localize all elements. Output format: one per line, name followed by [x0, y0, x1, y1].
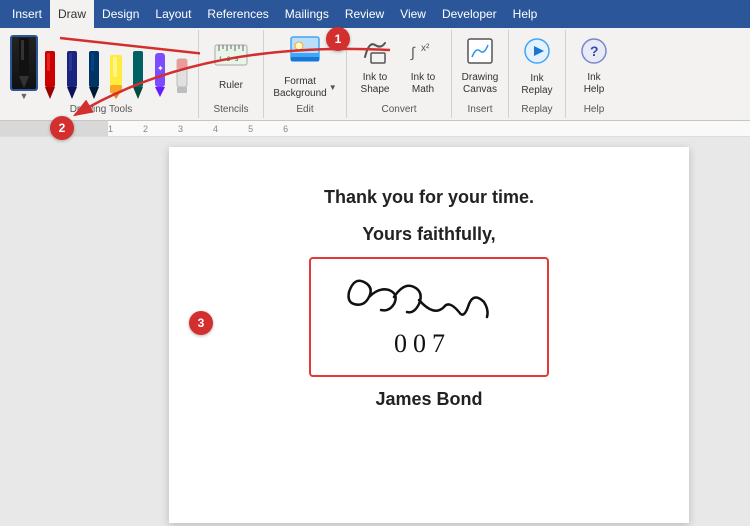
drawing-canvas-icon: [466, 37, 494, 70]
ruler-tick-6: 6: [283, 124, 288, 134]
drawing-canvas-button[interactable]: Drawing Canvas: [458, 35, 502, 99]
author-name: James Bond: [209, 389, 649, 410]
menu-insert[interactable]: Insert: [4, 0, 50, 28]
ink-help-icon: ?: [580, 37, 608, 70]
teal-pen[interactable]: [128, 49, 148, 101]
format-background-icon: [287, 33, 323, 74]
svg-text:007: 007: [394, 329, 451, 358]
stencils-label: Stencils: [205, 101, 257, 118]
yellow-highlighter[interactable]: [106, 49, 126, 101]
ink-help-label: Ink Help: [576, 72, 612, 96]
ink-replay-icon: [522, 36, 552, 71]
menu-help[interactable]: Help: [505, 0, 546, 28]
ruler-tick-1: 1: [108, 124, 113, 134]
ink-help-button[interactable]: ? Ink Help: [572, 35, 616, 99]
ink-to-math-button[interactable]: ∫ x² Ink to Math: [401, 35, 445, 99]
navy-pen[interactable]: [84, 49, 104, 101]
menu-bar: Insert Draw Design Layout References Mai…: [0, 0, 750, 28]
menu-review[interactable]: Review: [337, 0, 392, 28]
ink-to-math-label: Ink to Math: [405, 72, 441, 96]
ink-to-shape-button[interactable]: Ink to Shape: [353, 35, 397, 99]
document-page: Thank you for your time. Yours faithfull…: [169, 147, 689, 523]
format-background-button[interactable]: FormatBackground ▼ 1: [270, 35, 340, 99]
eraser-tool[interactable]: [172, 49, 192, 101]
svg-text:✦: ✦: [157, 64, 164, 73]
menu-draw[interactable]: Draw: [50, 0, 94, 28]
stencils-group: 1 2 3 Ruler Stencils: [199, 30, 264, 118]
thank-you-text: Thank you for your time.: [209, 187, 649, 208]
ruler-label: Ruler: [219, 80, 243, 92]
ruler-tick-5: 5: [248, 124, 253, 134]
dark-blue-pen[interactable]: [62, 49, 82, 101]
menu-layout[interactable]: Layout: [147, 0, 199, 28]
menu-references[interactable]: References: [199, 0, 276, 28]
replay-section-label: Replay: [515, 101, 559, 118]
drawing-tools-group: ▼: [4, 30, 199, 118]
edit-group: FormatBackground ▼ 1 Edit: [264, 30, 347, 118]
ruler-bar: 1 2 3 4 5 6: [0, 121, 750, 137]
help-group: ? Ink Help Help: [566, 30, 622, 118]
menu-mailings[interactable]: Mailings: [277, 0, 337, 28]
signature-box: 007: [309, 257, 549, 377]
annotation-2: 2: [50, 116, 74, 140]
document-area: Thank you for your time. Yours faithfull…: [0, 137, 750, 526]
convert-label: Convert: [353, 101, 445, 118]
format-background-label: FormatBackground: [273, 76, 326, 100]
selected-pen[interactable]: ▼: [10, 35, 38, 101]
drawing-canvas-label: Drawing Canvas: [462, 72, 499, 96]
ribbon: ▼: [0, 28, 750, 121]
menu-view[interactable]: View: [392, 0, 434, 28]
ruler-tick-4: 4: [213, 124, 218, 134]
insert-label: Insert: [458, 101, 502, 118]
ink-to-shape-icon: [361, 37, 389, 70]
drawing-tools-label: Drawing Tools: [10, 101, 192, 118]
ruler-button[interactable]: 1 2 3 Ruler: [205, 32, 257, 96]
ink-to-shape-label: Ink to Shape: [357, 72, 393, 96]
ink-to-math-icon: ∫ x²: [409, 37, 437, 70]
replay-group: Ink Replay Replay: [509, 30, 566, 118]
ink-replay-button[interactable]: Ink Replay: [515, 35, 559, 99]
ruler-tick-2: 2: [143, 124, 148, 134]
ruler-tick-3: 3: [178, 124, 183, 134]
signature-svg: 007: [319, 262, 539, 372]
glitter-pen[interactable]: ✦: [150, 49, 170, 101]
svg-text:∫: ∫: [410, 44, 416, 61]
format-background-dropdown: ▼: [329, 83, 337, 92]
svg-text:x²: x²: [421, 43, 430, 54]
edit-label: Edit: [270, 101, 340, 118]
menu-design[interactable]: Design: [94, 0, 147, 28]
insert-group: Drawing Canvas Insert: [452, 30, 509, 118]
menu-developer[interactable]: Developer: [434, 0, 505, 28]
closing-text: Yours faithfully,: [209, 224, 649, 245]
ink-replay-label: Ink Replay: [519, 73, 555, 97]
svg-text:?: ?: [590, 43, 599, 59]
convert-group: Ink to Shape ∫ x² Ink to Math Convert: [347, 30, 452, 118]
red-pen[interactable]: [40, 49, 60, 101]
annotation-1: 1: [326, 27, 350, 51]
ruler-icon: 1 2 3: [213, 37, 249, 78]
help-label: Help: [572, 101, 616, 118]
annotation-3: 3: [189, 311, 213, 335]
